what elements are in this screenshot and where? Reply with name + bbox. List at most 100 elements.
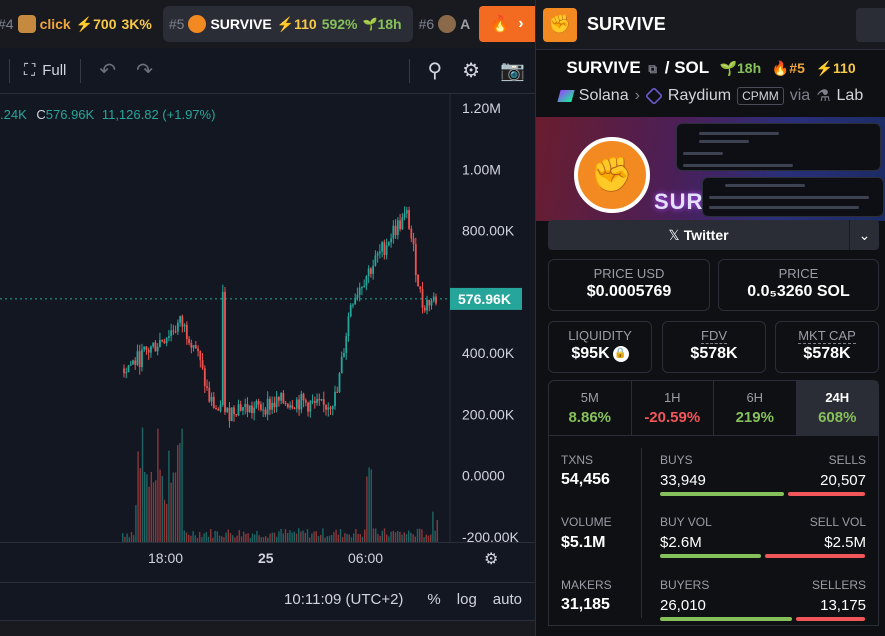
candle-body bbox=[165, 337, 168, 344]
volume-value: $5.1M bbox=[561, 534, 606, 551]
candle-body bbox=[271, 402, 274, 410]
coin-icon bbox=[188, 15, 207, 33]
volume-bar bbox=[135, 505, 137, 542]
pair-slash: / bbox=[664, 58, 675, 77]
sellvol-label: SELL VOL bbox=[809, 515, 866, 529]
candle-body bbox=[372, 265, 375, 274]
volume-bar bbox=[254, 534, 256, 542]
chevron-right-icon: › bbox=[518, 15, 524, 32]
timeframe-tabs: 5M 8.86% 1H -20.59% 6H 219% 24H 608% bbox=[548, 380, 879, 436]
candle-body bbox=[129, 364, 132, 366]
candle-body bbox=[430, 300, 433, 306]
volume-bar bbox=[192, 531, 194, 542]
via-source[interactable]: Lab bbox=[837, 87, 864, 105]
settings-gear-icon[interactable]: ⚙ bbox=[462, 58, 480, 83]
makers-label: MAKERS bbox=[561, 578, 612, 592]
candle-body bbox=[428, 300, 431, 306]
seedling-icon: 🌱 bbox=[362, 17, 378, 31]
candle-body bbox=[174, 331, 177, 333]
chart-canvas[interactable]: 1.20M 1.00M 800.00K 400.00K 200.00K 0.0000 -20… bbox=[0, 94, 535, 542]
close-panel-button[interactable] bbox=[856, 8, 885, 42]
volume-bar bbox=[181, 428, 183, 542]
tab-5m[interactable]: 5M 8.86% bbox=[549, 381, 632, 435]
copy-icon[interactable]: ⧉ bbox=[648, 62, 657, 76]
price-chart[interactable]: 1.20M 1.00M 800.00K 400.00K 200.00K 0.0000 -20… bbox=[0, 94, 535, 542]
candle-body bbox=[244, 403, 247, 408]
ticker-item-six[interactable]: #6 A bbox=[413, 6, 477, 42]
volume-bar bbox=[155, 480, 157, 542]
y-tick-label: 0.0000 bbox=[462, 468, 505, 484]
candle-body bbox=[277, 396, 280, 401]
twitter-button[interactable]: 𝕏 Twitter bbox=[548, 227, 849, 244]
volume-bar bbox=[287, 533, 289, 542]
candle-body bbox=[365, 276, 368, 286]
redo-icon[interactable]: ↷ bbox=[136, 58, 153, 83]
tab-change: -20.59% bbox=[644, 409, 701, 426]
fullscreen-button[interactable]: ⛶ Full bbox=[24, 62, 66, 80]
quick-search-icon[interactable]: ⚲ bbox=[428, 58, 443, 83]
volume-bar bbox=[298, 528, 300, 542]
volume-bar bbox=[225, 532, 227, 542]
volume-bar bbox=[372, 528, 375, 542]
auto-scale-toggle[interactable]: auto bbox=[493, 591, 522, 608]
candle-body bbox=[138, 351, 141, 368]
candle-body bbox=[291, 405, 294, 409]
candle-body bbox=[150, 346, 152, 353]
volume-bar bbox=[161, 475, 163, 542]
divider bbox=[80, 58, 82, 83]
tab-6h[interactable]: 6H 219% bbox=[714, 381, 797, 435]
volume-bar bbox=[293, 531, 295, 542]
buyvol-ratio-bar bbox=[660, 554, 761, 558]
ticker-item-click[interactable]: #4 click ⚡700 3K% bbox=[0, 6, 163, 42]
chain-name[interactable]: Solana bbox=[579, 87, 629, 105]
candle-body bbox=[286, 404, 289, 408]
screenshot-camera-icon[interactable]: 📷 bbox=[500, 58, 525, 83]
candle-body bbox=[401, 217, 404, 230]
volume-bar bbox=[139, 468, 141, 542]
sellvol-value: $2.5M bbox=[824, 534, 866, 551]
legend-close-label: C bbox=[36, 107, 46, 122]
ticker-change: 3K% bbox=[121, 16, 152, 32]
divider bbox=[641, 448, 642, 618]
tab-24h[interactable]: 24H 608% bbox=[796, 381, 878, 435]
candle-body bbox=[432, 296, 435, 301]
candle-body bbox=[307, 402, 309, 412]
x-tick: 06:00 bbox=[348, 550, 384, 566]
candle-body bbox=[390, 238, 393, 243]
tab-change: 608% bbox=[818, 409, 857, 426]
candle-body bbox=[251, 405, 253, 413]
txns-value: 54,456 bbox=[561, 471, 610, 488]
percent-scale-toggle[interactable]: % bbox=[427, 591, 440, 608]
volume-bar bbox=[370, 469, 372, 542]
volume-bar bbox=[432, 511, 434, 542]
candle-body bbox=[179, 316, 182, 323]
volume-bar bbox=[335, 529, 337, 542]
chart-toolbar: ⛶ Full ↶ ↷ ⚲ ⚙ 📷 bbox=[0, 48, 535, 94]
socials-dropdown-button[interactable]: ⌄ bbox=[849, 220, 879, 250]
candle-body bbox=[331, 406, 334, 409]
volume-bar bbox=[194, 535, 196, 542]
tweet-screenshot bbox=[702, 177, 884, 217]
candle-body bbox=[361, 287, 363, 289]
dex-name[interactable]: Raydium bbox=[668, 87, 731, 105]
volume-bar bbox=[238, 530, 240, 542]
time-axis[interactable]: 18:00 25 06:00 ⚙ bbox=[0, 542, 535, 574]
candle-body bbox=[190, 343, 193, 348]
y-tick-label: 200.00K bbox=[462, 406, 515, 422]
hot-pairs-button[interactable]: 🔥 › bbox=[479, 6, 535, 42]
ticker-item-survive[interactable]: #5 SURVIVE ⚡110 592% 🌱 18h bbox=[162, 6, 413, 42]
volume-bar bbox=[322, 528, 324, 542]
sells-value: 20,507 bbox=[820, 472, 866, 489]
lock-icon[interactable]: 🔒 bbox=[612, 345, 629, 362]
candle-body bbox=[408, 210, 410, 229]
undo-icon[interactable]: ↶ bbox=[99, 58, 116, 83]
candle-body bbox=[405, 210, 408, 214]
axis-settings-icon[interactable]: ⚙ bbox=[484, 549, 498, 569]
candle-body bbox=[394, 225, 397, 235]
log-scale-toggle[interactable]: log bbox=[457, 591, 477, 608]
trade-stats: TXNS 54,456 BUYS 33,949 SELLS 20,507 VOL… bbox=[548, 436, 879, 626]
volume-bar bbox=[141, 427, 144, 542]
tab-1h[interactable]: 1H -20.59% bbox=[632, 381, 714, 435]
candle-body bbox=[181, 316, 184, 327]
ticker-boost: ⚡700 bbox=[75, 15, 117, 32]
